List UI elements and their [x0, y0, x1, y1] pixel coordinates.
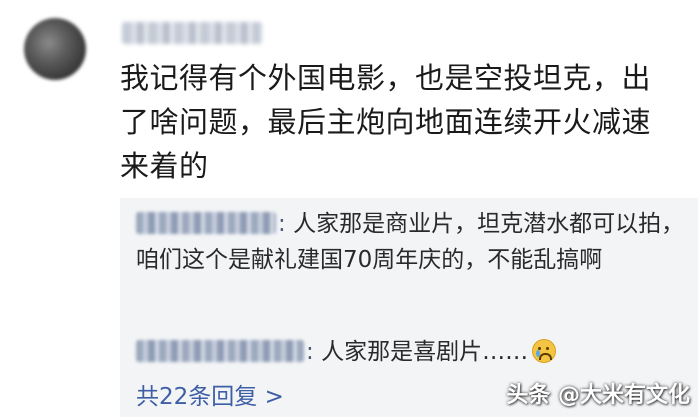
reply-separator: : — [278, 211, 294, 237]
reply-author-blurred[interactable] — [136, 340, 304, 362]
watermark: 头条 @大米有文化 — [506, 383, 690, 408]
username-blurred[interactable] — [122, 22, 262, 44]
crying-laughing-emoji-icon — [532, 339, 557, 363]
reply-item[interactable]: : 人家那是商业片，坦克潜水都可以拍，咱们这个是献礼建国70周年庆的，不能乱搞啊 — [136, 206, 686, 278]
reply-item[interactable]: : 人家那是喜剧片…… — [136, 334, 686, 370]
reply-text: 人家那是喜剧片…… — [321, 339, 529, 365]
avatar[interactable] — [24, 18, 86, 80]
comment-text: 我记得有个外国电影，也是空投坦克，出了啥问题，最后主炮向地面连续开火减速来着的 — [120, 61, 652, 183]
reply-separator: : — [306, 339, 322, 365]
reply-author-blurred[interactable] — [136, 212, 276, 234]
view-all-replies-link[interactable]: 共22条回复 > — [136, 377, 284, 411]
